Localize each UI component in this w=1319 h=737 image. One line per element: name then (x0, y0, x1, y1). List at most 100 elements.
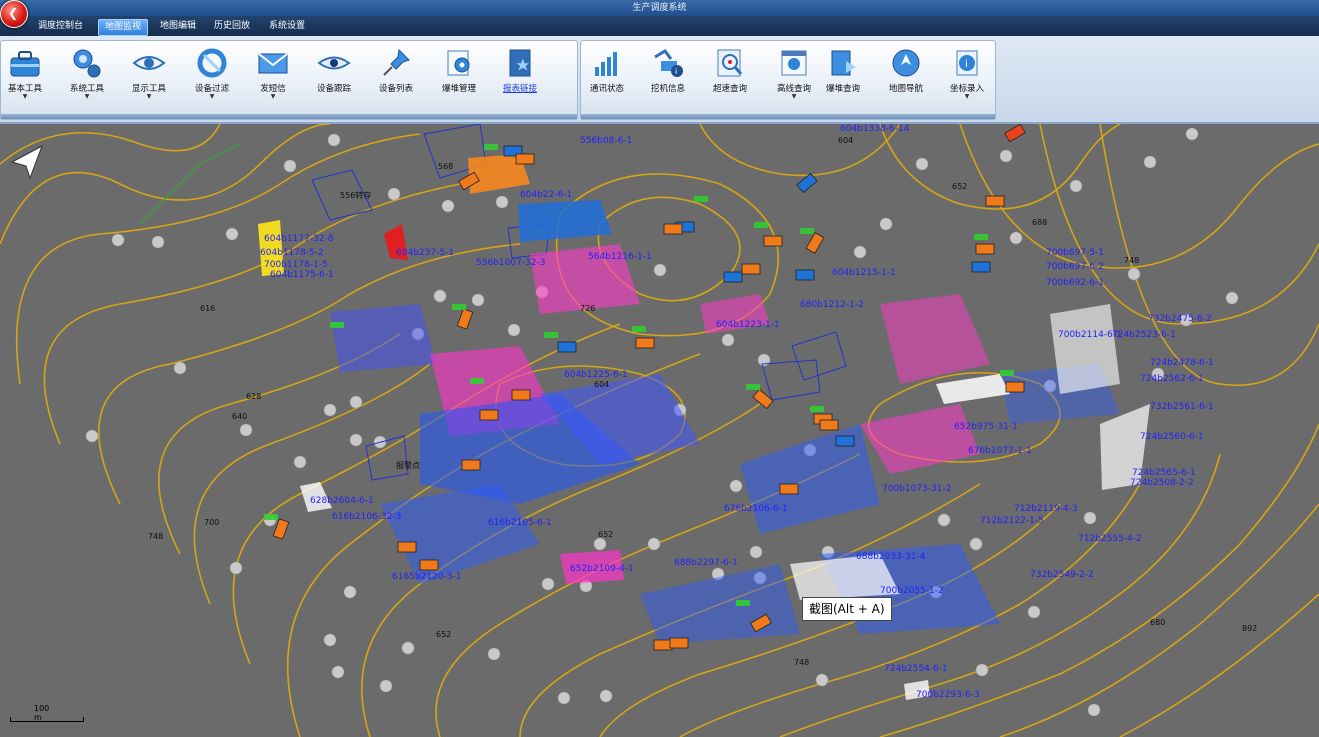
map-navigation-label: 地图导航 (888, 84, 923, 94)
chevron-down-icon: ▼ (84, 93, 90, 100)
map-label: 556转存 (340, 191, 372, 200)
map-label: 688b2297-6-1 (674, 558, 738, 568)
blast-query-label: 爆堆查询 (825, 84, 860, 94)
comm-status-label: 通讯状态 (589, 84, 624, 94)
map-label: 700b692-6-1 (1046, 278, 1105, 288)
map-label: 724b2523-6-1 (1112, 330, 1176, 340)
svg-text:i: i (675, 67, 677, 76)
tab-map-monitor[interactable]: 地图监视 (98, 19, 149, 36)
excavator-info-icon: i (654, 49, 683, 77)
map-label: 604b1177-32-8 (264, 234, 334, 244)
toolbar-group-left: 基本工具 ▼ 系统工具 ▼ 显示工具 ▼ 设备过滤 ▼ 发短信 ▼ 设备跟踪 设… (0, 40, 578, 120)
map-label: 732b2561-6-1 (1150, 402, 1214, 412)
map-label: 604b22-6-1 (520, 190, 573, 200)
map-label: 564b1216-1-1 (588, 252, 652, 262)
group-footer (581, 114, 995, 119)
excavator-info-button[interactable]: i 挖机信息 (638, 45, 698, 107)
elevation-label: 748 (1124, 256, 1140, 265)
map-label: 724b2554-6-1 (884, 664, 948, 674)
tab-dispatch-console[interactable]: 调度控制台 (32, 19, 89, 34)
chevron-down-icon: ▼ (22, 93, 28, 100)
chevron-down-icon: ▼ (964, 93, 970, 100)
map-label: 700b697-5-1 (1046, 248, 1105, 258)
eye-icon (132, 56, 166, 70)
map-label: 604b1225-6-1 (564, 370, 628, 380)
elevation-label: 892 (1242, 624, 1258, 633)
navigation-icon (892, 49, 920, 77)
elevation-label: 680 (1150, 618, 1166, 627)
map-label: 680b1212-1-2 (800, 300, 864, 310)
map-label: 报警点 (396, 461, 420, 470)
excavator-info-label: 挖机信息 (650, 84, 685, 94)
coordinate-info-icon: i (956, 50, 978, 76)
pushpin-icon (383, 48, 410, 76)
route-search-icon (781, 50, 807, 76)
map-label: 732b2475-6-2 (1148, 314, 1212, 324)
back-arrow-icon: ❮ (8, 6, 19, 20)
system-tools-button[interactable]: 系统工具 ▼ (57, 45, 117, 107)
device-filter-button[interactable]: 设备过滤 ▼ (182, 45, 242, 107)
chevron-down-icon: ▼ (146, 93, 152, 100)
report-link-button[interactable]: 报表链接 (490, 45, 550, 107)
report-link-label: 报表链接 (502, 84, 537, 94)
speed-query-label: 超速查询 (712, 84, 747, 94)
map-label: 676b2106-6-1 (724, 504, 788, 514)
map-label: 712b2555-4-2 (1078, 534, 1142, 544)
tab-system-settings[interactable]: 系统设置 (263, 19, 311, 34)
map-label: 604b1178-5-2 (260, 248, 324, 258)
map-label: 652 (598, 530, 614, 539)
toolbar-group-right: 通讯状态 i 挖机信息 超速查询 高线查询 ▼ 爆堆查询 地图导航 i 坐标录入… (580, 40, 996, 120)
tab-map-edit[interactable]: 地图编辑 (154, 19, 202, 34)
blast-query-button[interactable]: 爆堆查询 (813, 45, 873, 107)
map-label: 724b2565-6-1 (1132, 468, 1196, 478)
chevron-down-icon: ▼ (270, 93, 276, 100)
contour-layer (0, 124, 1319, 737)
map-label: 726 (580, 304, 596, 313)
map-label: 700b2055-1-2 (880, 586, 944, 596)
map-label: 6165b2120-3-1 (392, 572, 462, 582)
blast-management-button[interactable]: 爆堆管理 (429, 45, 489, 107)
filter-icon (197, 48, 227, 78)
map-label: 604b237-5-1 (396, 248, 455, 258)
elevation-label: 616 (200, 304, 216, 313)
map-label: 604b1175-6-1 (270, 270, 334, 280)
send-sms-button[interactable]: 发短信 ▼ (243, 45, 303, 107)
basic-tools-label: 基本工具 (7, 84, 42, 94)
basic-tools-button[interactable]: 基本工具 ▼ (0, 45, 55, 107)
map-label: 688b2033-31-4 (856, 552, 926, 562)
report-link-icon (509, 49, 531, 77)
screenshot-tooltip: 截图(Alt + A) (802, 597, 892, 621)
map-label: 700b697-6-2 (1046, 262, 1105, 272)
elevation-label: 604 (838, 136, 854, 145)
map-label: 652b975-31-1 (954, 422, 1018, 432)
mine-map-canvas[interactable]: 616 628 640 700 748 652 748 680 892 604 … (0, 124, 1319, 737)
device-tracking-button[interactable]: 设备跟踪 (304, 45, 364, 107)
display-tools-button[interactable]: 显示工具 ▼ (119, 45, 179, 107)
map-label: 732b2549-2-2 (1030, 570, 1094, 580)
comm-status-button[interactable]: 通讯状态 (577, 45, 637, 107)
settings-sheet-icon (447, 50, 470, 76)
chevron-down-icon: ▼ (209, 93, 215, 100)
blast-management-label: 爆堆管理 (441, 84, 476, 94)
map-label: 604b1223-1-1 (716, 320, 780, 330)
elevation-label: 652 (952, 182, 968, 191)
system-tools-icon (73, 49, 101, 78)
elevation-label: 640 (232, 412, 248, 421)
eye-tracking-icon (317, 56, 351, 70)
elevation-label: 688 (1032, 218, 1048, 227)
map-label: 604b1338-6-14 (840, 124, 910, 134)
envelope-icon (258, 53, 288, 74)
ribbon-toolbar: 基本工具 ▼ 系统工具 ▼ 显示工具 ▼ 设备过滤 ▼ 发短信 ▼ 设备跟踪 设… (0, 36, 1319, 124)
coordinate-entry-button[interactable]: i 坐标录入 ▼ (937, 45, 997, 107)
app-menu-button[interactable]: ❮ (0, 0, 28, 28)
speed-query-button[interactable]: 超速查询 (700, 45, 760, 107)
map-navigation-button[interactable]: 地图导航 (876, 45, 936, 107)
scale-line (10, 717, 84, 722)
elevation-label: 628 (246, 392, 262, 401)
device-list-button[interactable]: 设备列表 (366, 45, 426, 107)
tab-history-playback[interactable]: 历史回放 (208, 19, 256, 34)
map-label: 724b2508-2-2 (1130, 478, 1194, 488)
map-label: 616b2106-32-3 (332, 512, 402, 522)
map-label: 724b2560-6-1 (1140, 432, 1204, 442)
elevation-label: 652 (436, 630, 452, 639)
